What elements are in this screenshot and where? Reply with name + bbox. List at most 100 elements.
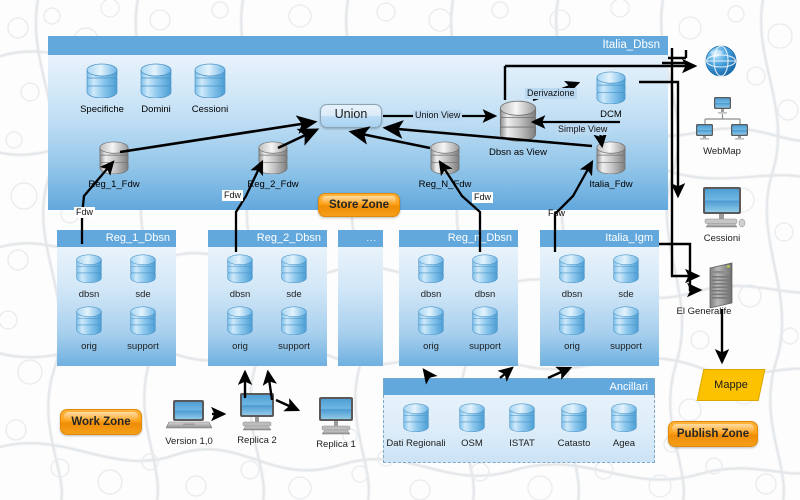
cylinder-label: Dbsn as View	[489, 147, 547, 158]
edge-label-fdw-1: Fdw	[74, 207, 96, 218]
region-db-label: dbsn	[420, 289, 442, 300]
region-db-label: support	[610, 341, 642, 352]
region-panel-reg-2-dbsn: Reg_2_Dbsn dbsn sde orig support	[208, 230, 327, 366]
ancillari-panel-title: Ancillari	[383, 378, 655, 395]
desktop-icon	[240, 393, 274, 431]
edge-label-derivazione: Derivazione	[525, 88, 577, 99]
region-db-2: orig	[61, 305, 117, 352]
region-db-2: orig	[212, 305, 268, 352]
webmap-label: WebMap	[703, 146, 741, 157]
region-panel-ellipsis: ...	[338, 230, 383, 366]
region-db-label: sde	[618, 289, 634, 300]
cylinder-label: Reg_2_Fdw	[247, 179, 299, 190]
region-db-label: orig	[232, 341, 248, 352]
region-panel-body: dbsn sde orig support	[208, 247, 327, 366]
cylinder-label: Specifiche	[80, 104, 124, 115]
cessioni-node[interactable]: Cessioni	[700, 186, 746, 244]
region-panel-body	[338, 247, 383, 366]
database-cylinder-icon	[257, 140, 289, 174]
desktop-icon	[703, 187, 746, 228]
cylinder-italia-fdw: Italia_Fdw	[583, 140, 639, 190]
store-zone-badge[interactable]: Store Zone	[318, 193, 400, 217]
database-cylinder-icon	[139, 62, 173, 98]
network-monitors-icon	[696, 97, 748, 140]
database-cylinder-icon	[429, 140, 461, 174]
store-zone-badge-label: Store Zone	[328, 199, 390, 211]
region-db-label: dbsn	[78, 289, 100, 300]
cylinder-label: Reg_N_Fdw	[418, 179, 472, 190]
el-generalife-label: El Generalife	[676, 306, 732, 317]
workstation-replica-2[interactable]: Replica 2	[228, 392, 286, 446]
work-zone-badge-label: Work Zone	[71, 416, 131, 428]
database-cylinder-icon	[98, 140, 130, 174]
ancillari-db-4: Agea	[598, 402, 650, 449]
region-db-1: dbsn	[457, 253, 513, 300]
mappe-label: Mappe	[714, 379, 748, 391]
work-zone-badge[interactable]: Work Zone	[60, 409, 142, 435]
region-db-3: support	[598, 305, 654, 352]
region-db-label: support	[127, 341, 159, 352]
ancillari-panel: Ancillari Dati Regionali OSM ISTAT Catas…	[383, 378, 655, 463]
ancillari-panel-body: Dati Regionali OSM ISTAT Catasto Agea	[383, 395, 655, 463]
region-db-3: support	[115, 305, 171, 352]
cylinder-label: Italia_Fdw	[589, 179, 633, 190]
server-rack-icon	[709, 262, 733, 309]
union-box[interactable]: Union	[320, 104, 382, 128]
cylinder-dbsn-as-view: Dbsn as View	[487, 98, 549, 158]
region-db-label: support	[469, 341, 501, 352]
ancillari-db-label: ISTAT	[509, 438, 535, 449]
region-db-label: support	[278, 341, 310, 352]
cylinder-label: Domini	[141, 104, 171, 115]
region-db-3: support	[266, 305, 322, 352]
union-box-label: Union	[334, 107, 368, 121]
region-db-0: dbsn	[403, 253, 459, 300]
region-db-2: orig	[544, 305, 600, 352]
edge-label-fdw-4: Fdw	[548, 208, 566, 218]
region-panel-italia-igm: Italia_Igm dbsn sde orig support	[540, 230, 659, 366]
region-db-1: sde	[115, 253, 171, 300]
region-panel-body: dbsn sde orig support	[540, 247, 659, 366]
database-cylinder-icon	[85, 62, 119, 98]
database-cylinder-icon	[498, 98, 538, 142]
cylinder-domini: Domini	[128, 62, 184, 115]
region-panel-reg-n-dbsn: Reg_n_Dbsn dbsn dbsn orig support	[399, 230, 518, 366]
region-db-2: orig	[403, 305, 459, 352]
cylinder-reg2-fdw: Reg_2_Fdw	[245, 140, 301, 190]
workstation-label: Replica 2	[237, 435, 277, 446]
edge-label-fdw-3: Fdw	[472, 192, 494, 203]
workstation-version-1-0[interactable]: Version 1,0	[160, 398, 218, 447]
cylinder-label: Reg_1_Fdw	[88, 179, 140, 190]
region-db-0: dbsn	[544, 253, 600, 300]
globe-icon	[705, 45, 737, 77]
region-db-1: sde	[266, 253, 322, 300]
region-panel-title: ...	[338, 230, 383, 247]
store-zone-panel-title: Italia_Dbsn	[48, 36, 668, 55]
ancillari-db-label: Dati Regionali	[386, 438, 446, 449]
globe-node[interactable]	[702, 42, 740, 85]
region-db-label: dbsn	[474, 289, 496, 300]
cessioni-label: Cessioni	[703, 233, 741, 244]
region-db-label: sde	[286, 289, 302, 300]
ancillari-db-1: OSM	[446, 402, 498, 449]
edge-label-union-view: Union View	[413, 110, 463, 121]
cylinder-specifiche: Specifiche	[74, 62, 130, 115]
cylinder-reg1-fdw: Reg_1_Fdw	[86, 140, 142, 190]
publish-zone-badge[interactable]: Publish Zone	[668, 421, 758, 447]
region-db-3: support	[457, 305, 513, 352]
cylinder-cessioni: Cessioni	[182, 62, 238, 115]
region-db-label: dbsn	[229, 289, 251, 300]
ancillari-db-3: Catasto	[546, 402, 602, 449]
database-cylinder-icon	[193, 62, 227, 98]
region-db-0: dbsn	[212, 253, 268, 300]
region-db-label: orig	[81, 341, 97, 352]
ancillari-db-0: Dati Regionali	[384, 402, 448, 449]
workstation-replica-1[interactable]: Replica 1	[307, 396, 365, 450]
region-db-label: sde	[135, 289, 151, 300]
database-cylinder-icon	[595, 70, 627, 104]
ancillari-db-label: OSM	[461, 438, 483, 449]
region-panel-title: Reg_2_Dbsn	[208, 230, 327, 247]
webmap-node[interactable]: WebMap	[696, 96, 748, 157]
cylinder-regn-fdw: Reg_N_Fdw	[417, 140, 473, 190]
region-db-label: orig	[564, 341, 580, 352]
edge-label-fdw-2: Fdw	[222, 190, 244, 201]
